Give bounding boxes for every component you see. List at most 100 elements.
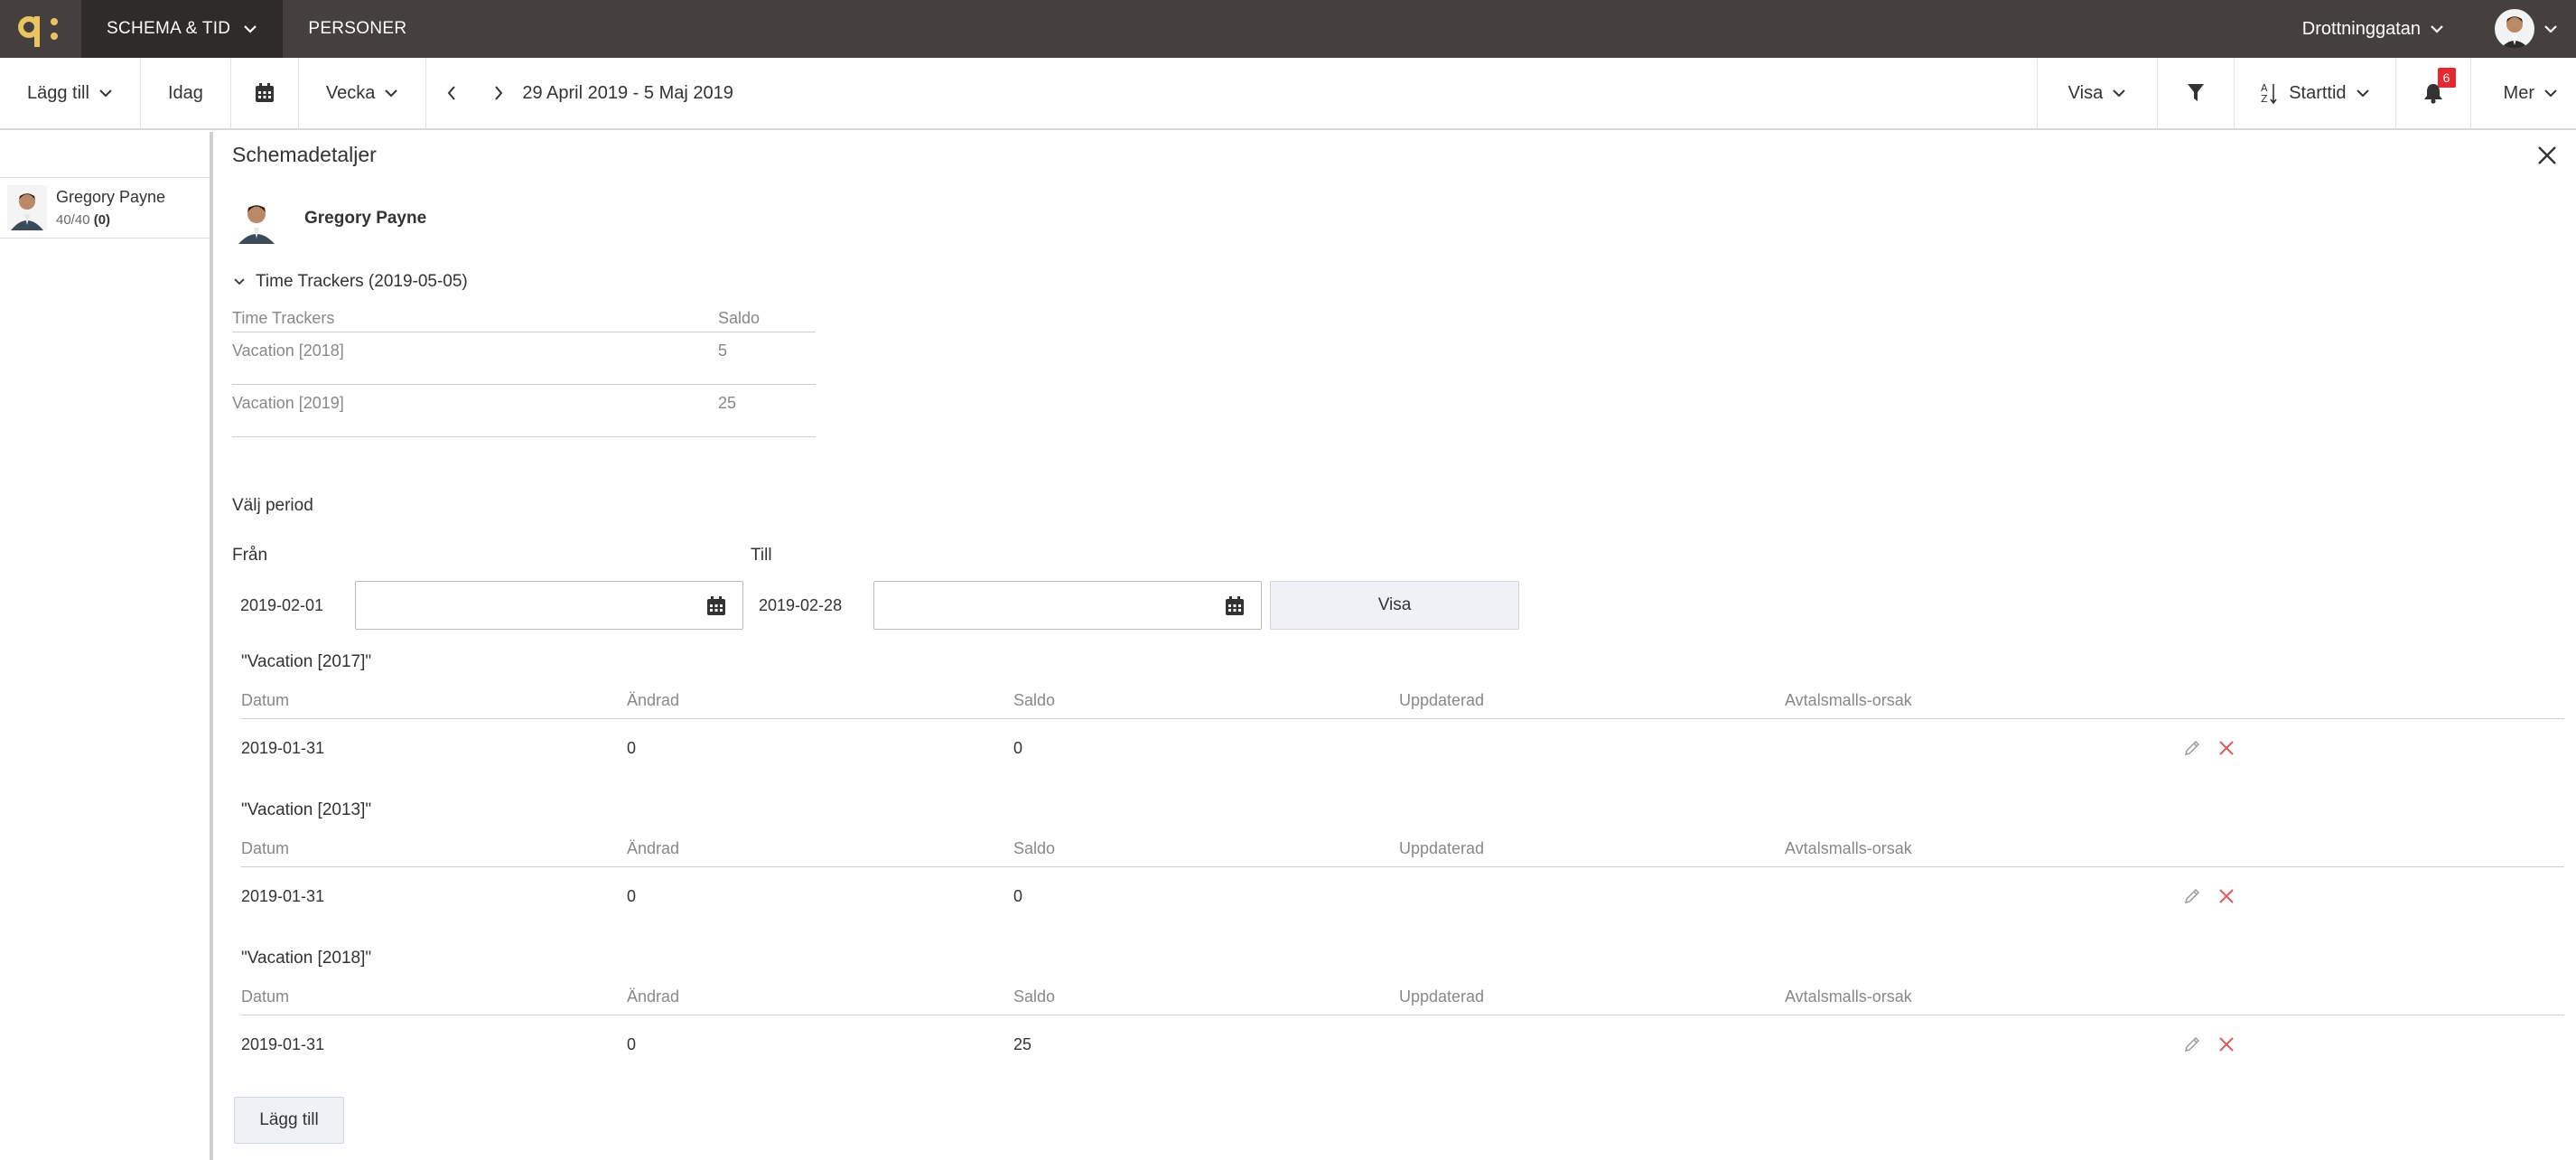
add-dropdown-label: Lägg till xyxy=(27,82,89,103)
col-header-changed: Ändrad xyxy=(627,691,680,709)
delete-x-icon[interactable] xyxy=(2217,739,2235,762)
today-button[interactable]: Idag xyxy=(141,58,231,128)
next-period-button[interactable] xyxy=(466,58,513,128)
cell-date: 2019-01-31 xyxy=(241,886,325,905)
chevron-down-icon xyxy=(2113,89,2125,98)
col-header-date: Datum xyxy=(241,691,290,709)
chevron-right-icon xyxy=(495,86,503,100)
add-entry-button[interactable]: Lägg till xyxy=(234,1097,344,1144)
prev-period-button[interactable] xyxy=(426,58,466,128)
table-row: Vacation [2019] 25 xyxy=(232,385,816,437)
tracker-balance: 25 xyxy=(718,394,737,412)
cell-balance: 0 xyxy=(1013,886,1023,905)
top-navigation-bar: SCHEMA & TID PERSONER Drottninggatan xyxy=(0,0,2576,58)
vacation-title: "Vacation [2018]" xyxy=(241,949,372,968)
col-header-reason: Avtalsmalls-orsak xyxy=(1785,691,1912,709)
user-avatar-icon xyxy=(2495,9,2534,49)
employee-name: Gregory Payne xyxy=(56,188,166,206)
chevron-down-icon xyxy=(2544,89,2557,98)
time-trackers-table: Time Trackers Saldo Vacation [2018] 5 Va… xyxy=(232,309,816,437)
to-date-input[interactable] xyxy=(873,581,1262,630)
employee-name-heading: Gregory Payne xyxy=(304,209,427,228)
edit-pencil-icon[interactable] xyxy=(2183,887,2201,910)
calendar-icon xyxy=(255,83,274,102)
chevron-down-icon xyxy=(99,89,112,98)
vacation-title: "Vacation [2013]" xyxy=(241,800,372,819)
sort-label: Starttid xyxy=(2289,82,2347,103)
time-trackers-header: Time Trackers Saldo xyxy=(232,309,816,332)
vacation-title: "Vacation [2017]" xyxy=(241,652,372,671)
date-range-label: 29 April 2019 - 5 Maj 2019 xyxy=(522,82,733,103)
nav-personer[interactable]: PERSONER xyxy=(283,0,432,58)
from-label: Från xyxy=(232,546,268,565)
cell-changed: 0 xyxy=(627,886,637,905)
table-row: Vacation [2018] 5 xyxy=(232,332,816,385)
add-dropdown-button[interactable]: Lägg till xyxy=(0,58,141,128)
from-date-field[interactable]: 2019-02-01 xyxy=(232,581,743,630)
chevron-left-icon xyxy=(448,86,456,100)
calendar-picker-button[interactable] xyxy=(231,58,299,128)
cell-changed: 0 xyxy=(627,1034,637,1053)
tracker-balance: 5 xyxy=(718,341,728,360)
to-label: Till xyxy=(751,546,772,565)
vacation-table-header: Datum Ändrad Saldo Uppdaterad Avtalsmall… xyxy=(241,979,2564,1015)
from-date-input[interactable] xyxy=(355,581,743,630)
nav-schema-tid[interactable]: SCHEMA & TID xyxy=(81,0,284,58)
edit-pencil-icon[interactable] xyxy=(2183,739,2201,762)
chevron-down-icon xyxy=(243,19,257,39)
delete-x-icon[interactable] xyxy=(2217,1035,2235,1058)
vacation-section: "Vacation [2018]" Datum Ändrad Saldo Upp… xyxy=(241,949,2564,1073)
close-panel-button[interactable] xyxy=(2531,139,2563,172)
chevron-down-icon xyxy=(2544,25,2557,33)
show-dropdown[interactable]: Visa xyxy=(2036,58,2158,128)
time-trackers-toggle[interactable]: Time Trackers (2019-05-05) xyxy=(234,272,468,292)
nav-schema-tid-label: SCHEMA & TID xyxy=(107,19,231,38)
table-row: 2019-01-31 0 0 xyxy=(241,719,2564,777)
col-header-updated: Uppdaterad xyxy=(1399,839,1485,857)
filter-icon xyxy=(2188,84,2205,101)
user-menu-toggle[interactable] xyxy=(2543,24,2558,33)
show-period-button[interactable]: Visa xyxy=(1270,581,1519,630)
schedule-details-panel: Schemadetaljer Gregory Payne Time Tracke… xyxy=(217,132,2576,1160)
delete-x-icon[interactable] xyxy=(2217,887,2235,910)
to-date-value: 2019-02-28 xyxy=(759,595,843,614)
logo-icon xyxy=(18,16,58,47)
notifications-button[interactable]: 6 xyxy=(2394,58,2470,128)
col-header-reason: Avtalsmalls-orsak xyxy=(1785,839,1912,857)
col-header-balance: Saldo xyxy=(718,309,761,327)
employee-sidebar: Gregory Payne 40/40 (0) xyxy=(0,132,213,1160)
vacation-table-header: Datum Ändrad Saldo Uppdaterad Avtalsmall… xyxy=(241,683,2564,719)
period-title: Välj period xyxy=(232,496,313,515)
col-header-updated: Uppdaterad xyxy=(1399,691,1485,709)
location-selector[interactable]: Drottninggatan xyxy=(2302,19,2444,40)
date-range-display: 29 April 2019 - 5 Maj 2019 xyxy=(513,58,761,128)
employee-hours-extra: (0) xyxy=(93,212,111,228)
col-header-balance: Saldo xyxy=(1013,691,1056,709)
calendar-icon[interactable] xyxy=(1225,596,1245,616)
schedule-toolbar: Lägg till Idag Vecka 29 April 2019 - 5 M… xyxy=(0,58,2576,130)
vacation-table-header: Datum Ändrad Saldo Uppdaterad Avtalsmall… xyxy=(241,831,2564,867)
filter-button[interactable] xyxy=(2157,58,2234,128)
calendar-icon[interactable] xyxy=(706,596,726,616)
view-mode-dropdown[interactable]: Vecka xyxy=(299,58,427,128)
employee-row[interactable]: Gregory Payne 40/40 (0) xyxy=(0,177,210,239)
to-date-field[interactable]: 2019-02-28 xyxy=(751,581,1262,630)
sort-az-icon: A Z xyxy=(2261,82,2277,105)
user-avatar[interactable] xyxy=(2495,9,2534,49)
notification-count-badge: 6 xyxy=(2437,68,2456,88)
app-logo[interactable] xyxy=(0,0,81,58)
panel-title: Schemadetaljer xyxy=(232,143,377,166)
col-header-date: Datum xyxy=(241,987,290,1006)
more-dropdown[interactable]: Mer xyxy=(2469,58,2576,128)
time-trackers-title: Time Trackers (2019-05-05) xyxy=(256,272,468,291)
chevron-down-icon xyxy=(2431,25,2443,33)
col-header-updated: Uppdaterad xyxy=(1399,987,1485,1006)
from-date-value: 2019-02-01 xyxy=(240,595,324,614)
edit-pencil-icon[interactable] xyxy=(2183,1035,2201,1058)
close-icon xyxy=(2538,146,2556,164)
chevron-down-icon xyxy=(385,89,398,98)
col-header-tracker: Time Trackers xyxy=(232,309,335,327)
sort-dropdown[interactable]: A Z Starttid xyxy=(2234,58,2394,128)
table-row: 2019-01-31 0 25 xyxy=(241,1015,2564,1073)
cell-date: 2019-01-31 xyxy=(241,1034,325,1053)
